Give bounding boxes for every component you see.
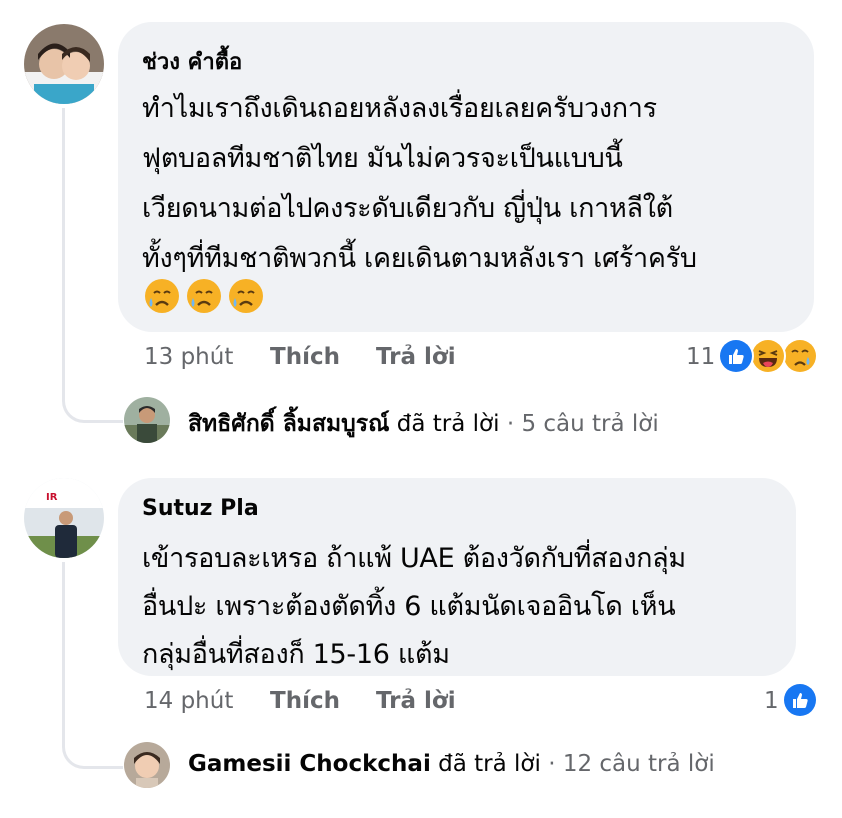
comment-text-line: เข้ารอบละเหรอ ถ้าแพ้ UAE ต้องวัดกับที่สอ… (142, 543, 686, 574)
sad-face-emoji (229, 279, 263, 313)
view-replies-link[interactable]: Gamesii Chockchai đã trả lời · 12 câu tr… (188, 751, 715, 777)
reply-separator: · (548, 751, 556, 777)
view-replies-link[interactable]: สิทธิศักดิ์ ลิ้มสมบูรณ์ đã trả lời · 5 c… (188, 406, 659, 442)
comment-text-line: ทำไมเราถึงเดินถอยหลังลงเรื่อยเลยครับวงกา… (142, 93, 657, 124)
commenter-avatar[interactable] (24, 24, 104, 104)
sad-face-emoji (145, 279, 179, 313)
comment-text-line: อื่นปะ เพราะต้องตัดทิ้ง 6 แต้มนัดเจออินโ… (142, 591, 676, 622)
svg-text:IR: IR (46, 492, 58, 503)
like-reaction-icon (782, 682, 818, 718)
comments-section: ช่วง คำตื้อ ทำไมเราถึงเดินถอยหลังลงเรื่อ… (0, 0, 842, 818)
comment-bubble: ช่วง คำตื้อ ทำไมเราถึงเดินถอยหลังลงเรื่อ… (118, 22, 814, 332)
replier-name[interactable]: สิทธิศักดิ์ ลิ้มสมบูรณ์ (188, 411, 389, 437)
reply-count[interactable]: 5 câu trả lời (521, 411, 658, 437)
like-reaction-icon (718, 338, 754, 374)
replier-avatar[interactable] (124, 742, 170, 788)
like-button[interactable]: Thích (270, 688, 340, 714)
reply-separator: · (506, 411, 515, 437)
reaction-count[interactable]: 1 (764, 688, 779, 714)
haha-reaction-icon (750, 338, 786, 374)
comment-text-line: ทั้งๆที่ทีมชาติพวกนี้ เคยเดินตามหลังเรา … (142, 243, 697, 274)
comment-text-line: ฟุตบอลทีมชาติไทย มันไม่ควรจะเป็นแบบนี้ (142, 143, 623, 174)
thread-connector (62, 562, 123, 769)
emoji-row (144, 278, 274, 314)
thread-connector (62, 108, 123, 423)
reaction-count[interactable]: 11 (686, 344, 715, 370)
replied-label: đã trả lời (438, 751, 541, 777)
replied-label: đã trả lời (396, 411, 500, 437)
commenter-avatar[interactable]: IR (24, 478, 104, 558)
replier-name[interactable]: Gamesii Chockchai (188, 751, 431, 777)
reply-count[interactable]: 12 câu trả lời (563, 751, 715, 777)
sad-reaction-icon (782, 338, 818, 374)
reply-button[interactable]: Trả lời (376, 688, 456, 714)
replier-avatar[interactable] (124, 397, 170, 443)
comment-timestamp[interactable]: 14 phút (144, 688, 233, 714)
like-button[interactable]: Thích (270, 344, 340, 370)
reply-button[interactable]: Trả lời (376, 344, 456, 370)
comment-timestamp[interactable]: 13 phút (144, 344, 233, 370)
sad-face-emoji (187, 279, 221, 313)
comment-bubble: Sutuz Pla เข้ารอบละเหรอ ถ้าแพ้ UAE ต้องว… (118, 478, 796, 676)
comment-author[interactable]: ช่วง คำตื้อ (142, 44, 242, 79)
comment-author[interactable]: Sutuz Pla (142, 496, 259, 521)
comment-text-line: กลุ่มอื่นที่สองก็ 15-16 แต้ม (142, 639, 450, 670)
comment-text-line: เวียดนามต่อไปคงระดับเดียวกับ ญี่ปุ่น เกา… (142, 193, 673, 224)
